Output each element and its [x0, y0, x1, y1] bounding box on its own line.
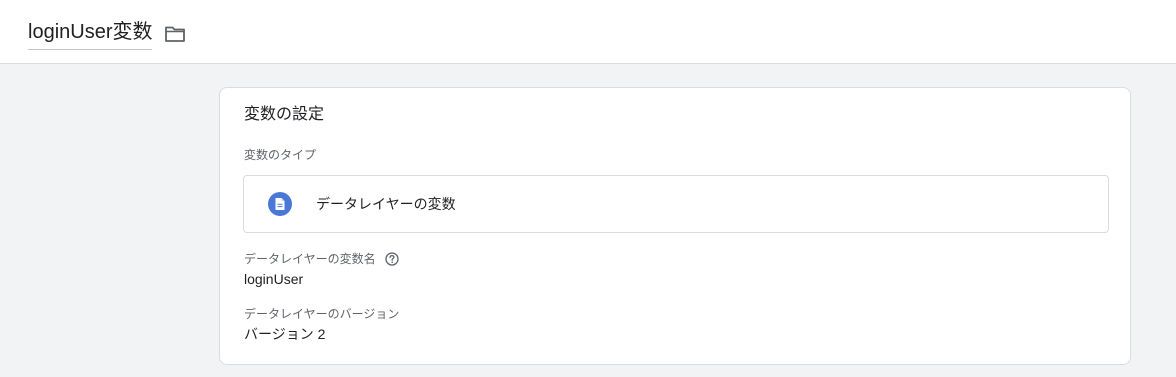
card-title: 変数の設定 — [244, 106, 325, 123]
version-label: データレイヤーのバージョン — [244, 307, 400, 321]
variable-name-value: loginUser — [244, 271, 304, 287]
variable-type-name: データレイヤーの変数 — [316, 196, 456, 212]
title-area: loginUser変数 — [28, 19, 186, 50]
variable-type-label: 変数のタイプ — [244, 148, 317, 162]
page-header: loginUser変数 — [0, 0, 1176, 64]
variable-name-label-row: データレイヤーの変数名 — [244, 251, 399, 267]
variable-name-label: データレイヤーの変数名 — [244, 252, 376, 266]
variable-type-selector[interactable]: データレイヤーの変数 — [243, 175, 1109, 233]
variable-title[interactable]: loginUser変数 — [28, 19, 153, 50]
document-icon — [268, 192, 292, 216]
version-value: バージョン 2 — [244, 326, 326, 342]
variable-config-card: 変数の設定 変数のタイプ データレイヤーの変数 データレイヤーの変数名 logi… — [219, 87, 1131, 365]
help-icon[interactable] — [385, 252, 399, 266]
folder-icon[interactable] — [164, 24, 186, 44]
